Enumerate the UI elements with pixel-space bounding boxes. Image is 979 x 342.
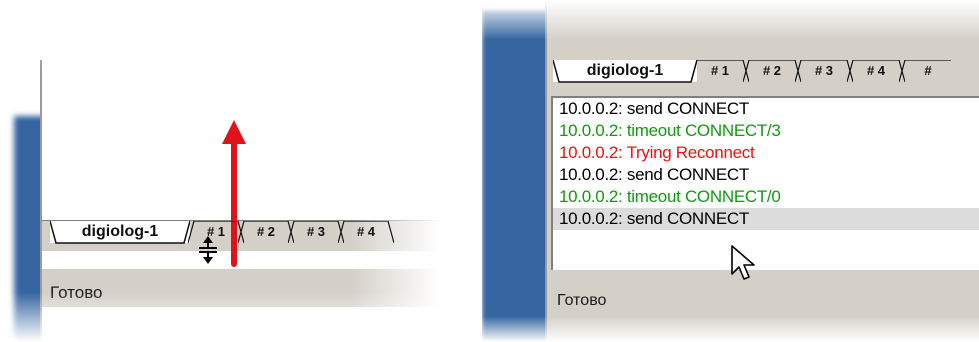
tab-label: # 3: [306, 224, 326, 239]
tab-label: # 2: [762, 63, 782, 78]
tab-1[interactable]: # 1: [691, 60, 749, 83]
left-screenshot: digiolog-1 # 1 # 2 # 3 # 4 Готово: [0, 0, 440, 342]
tab-label: digiolog-1: [586, 62, 664, 79]
tab-2[interactable]: # 2: [743, 60, 801, 83]
tab-label: # 1: [710, 63, 730, 78]
tab-3[interactable]: # 3: [288, 221, 344, 244]
app-window-right: digiolog-1 # 1 # 2 # 3 # 4 # 10.0.0.2: s…: [545, 0, 979, 342]
tab-label: # 4: [866, 63, 886, 78]
status-bar: Готово: [547, 282, 979, 322]
tab-strip: digiolog-1 # 1 # 2 # 3: [547, 60, 979, 90]
log-line[interactable]: 10.0.0.2: send CONNECT: [553, 98, 979, 120]
log-line[interactable]: 10.0.0.2: send CONNECT: [553, 164, 979, 186]
tab-4[interactable]: # 4: [338, 221, 394, 244]
tab-label: #: [924, 63, 932, 78]
arrow-pointer-icon: [731, 245, 755, 280]
tab-digiolog-1[interactable]: digiolog-1: [50, 221, 190, 244]
tab-digiolog-1[interactable]: digiolog-1: [553, 60, 697, 83]
red-up-arrow-icon: [222, 120, 246, 267]
status-bar: Готово: [42, 268, 440, 307]
log-line[interactable]: 10.0.0.2: Trying Reconnect: [553, 142, 979, 164]
tab-1[interactable]: # 1: [188, 221, 244, 244]
tab-2[interactable]: # 2: [238, 221, 294, 244]
status-text: Готово: [50, 283, 103, 302]
log-line[interactable]: 10.0.0.2: timeout CONNECT/0: [553, 186, 979, 208]
tab-5[interactable]: #: [899, 60, 957, 83]
log-line[interactable]: 10.0.0.2: timeout CONNECT/3: [553, 120, 979, 142]
tab-label: # 4: [356, 224, 376, 239]
tab-label: digiolog-1: [81, 223, 159, 240]
tab-label: # 2: [256, 224, 276, 239]
log-line[interactable]: 10.0.0.2: send CONNECT: [553, 208, 979, 230]
log-list[interactable]: 10.0.0.2: send CONNECT 10.0.0.2: timeout …: [551, 96, 979, 270]
right-screenshot: digiolog-1 # 1 # 2 # 3 # 4 # 10.0.0.2: s…: [482, 0, 979, 342]
tab-label: # 3: [814, 63, 834, 78]
tab-3[interactable]: # 3: [795, 60, 853, 83]
tab-label: # 1: [206, 224, 226, 239]
tab-4[interactable]: # 4: [847, 60, 905, 83]
status-text: Готово: [557, 292, 607, 309]
